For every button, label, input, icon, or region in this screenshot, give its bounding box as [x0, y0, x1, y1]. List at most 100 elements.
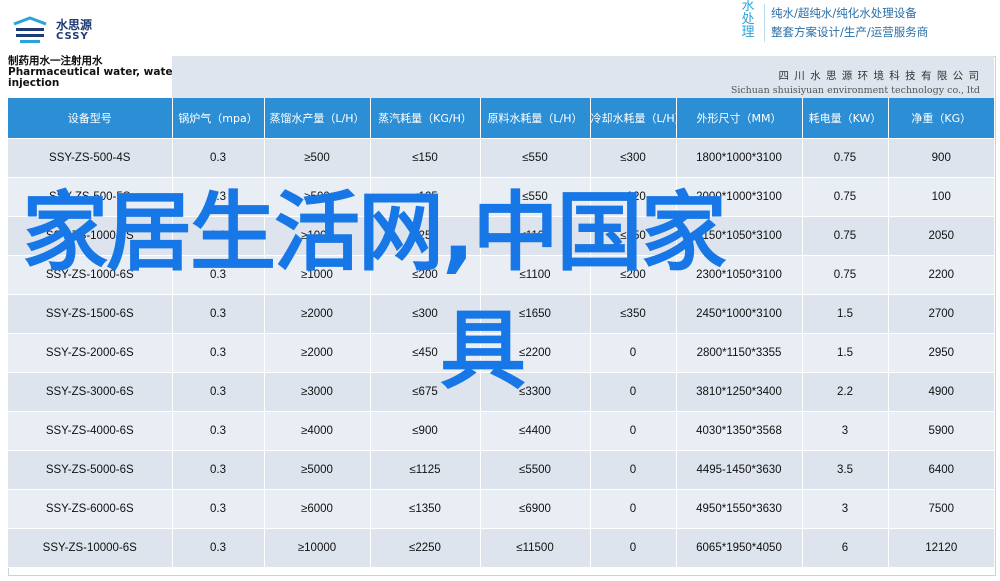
table-cell: ≥1000	[264, 216, 371, 256]
table-cell: 0.3	[172, 372, 265, 412]
brand-name-en: CSSY	[56, 31, 89, 42]
column-header: 锅炉气（mpa）	[172, 98, 265, 139]
table-cell: ≥3000	[264, 372, 371, 412]
table-cell: ≤300	[370, 294, 481, 334]
spec-table: 设备型号 锅炉气（mpa） 蒸馏水产量（L/H） 蒸汽耗量（KG/H） 原料水耗量（L/…	[8, 98, 994, 568]
table-cell: 4900	[888, 372, 994, 412]
table-cell: 2950	[888, 333, 994, 373]
table-cell: 3.5	[802, 450, 889, 490]
table-cell: ≤150	[370, 138, 481, 178]
table-cell: 1.5	[802, 294, 889, 334]
table-cell: 0.3	[172, 177, 265, 217]
table-cell: ≤250	[370, 216, 481, 256]
table-row: SSY-ZS-500-4S 0.3 ≥500 ≤150 ≤550 ≤300 1800*100…	[8, 138, 994, 178]
table-cell: ≤1100	[480, 216, 591, 256]
table-cell: 0	[590, 489, 677, 529]
table-cell: ≤1100	[480, 255, 591, 295]
table-cell: 0.75	[802, 177, 889, 217]
slogan-lines: 纯水/超纯水/纯化水处理设备 整套方案设计/生产/运营服务商	[764, 4, 928, 42]
table-cell: ≥2000	[264, 294, 371, 334]
table-cell: 6065*1950*4050	[676, 528, 803, 568]
column-header: 净重（KG）	[888, 98, 994, 139]
column-header: 冷却水耗量（L/H）	[590, 98, 677, 139]
slogan: 水 处 理 纯水/超纯水/纯化水处理设备 整套方案设计/生产/运营服务商	[738, 0, 988, 48]
table-cell: ≤6900	[480, 489, 591, 529]
table-cell: ≤550	[480, 177, 591, 217]
table-cell: SSY-ZS-1500-6S	[8, 294, 173, 334]
table-cell: 0.3	[172, 489, 265, 529]
table-cell: ≤200	[370, 255, 481, 295]
company-name-cn: 四 川 水 思 源 环 境 科 技 有 限 公 司	[778, 70, 980, 82]
table-cell: ≤4400	[480, 411, 591, 451]
table-cell: ≥500	[264, 138, 371, 178]
table-cell: ≥4000	[264, 411, 371, 451]
table-body: SSY-ZS-500-4S 0.3 ≥500 ≤150 ≤550 ≤300 1800*100…	[8, 138, 994, 568]
column-header: 蒸馏水产量（L/H）	[264, 98, 371, 139]
slogan-vertical: 水 处 理	[738, 0, 758, 39]
column-header: 蒸汽耗量（KG/H）	[370, 98, 481, 139]
table-row: SSY-ZS-2000-6S 0.3 ≥2000 ≤450 ≤2200 0 2800*115…	[8, 333, 994, 373]
slogan-line-2: 整套方案设计/生产/运营服务商	[771, 25, 929, 39]
table-cell: ≤450	[370, 333, 481, 373]
table-cell: 0	[590, 450, 677, 490]
company-info: 四 川 水 思 源 环 境 科 技 有 限 公 司 Sichuan shuisi…	[731, 68, 980, 96]
table-cell: SSY-ZS-2000-6S	[8, 333, 173, 373]
table-cell: 2050	[888, 216, 994, 256]
table-cell: 0.3	[172, 333, 265, 373]
table-cell: 2200	[888, 255, 994, 295]
table-cell: ≥2000	[264, 333, 371, 373]
table-cell: 0.3	[172, 138, 265, 178]
table-cell: SSY-ZS-10000-6S	[8, 528, 173, 568]
table-cell: ≤350	[590, 294, 677, 334]
table-cell: 0.3	[172, 255, 265, 295]
table-cell: ≤125	[370, 177, 481, 217]
company-name-en: Sichuan shuisiyuan environment technolog…	[730, 85, 980, 96]
table-cell: 2150*1050*3100	[676, 216, 803, 256]
table-cell: 3810*1250*3400	[676, 372, 803, 412]
brand-logo[interactable]: 水思源 CSSY	[12, 14, 102, 46]
slogan-vertical-char: 理	[741, 25, 755, 40]
table-cell: 7500	[888, 489, 994, 529]
table-cell: SSY-ZS-500-5S	[8, 177, 173, 217]
table-cell: 0	[590, 333, 677, 373]
table-cell: 6	[802, 528, 889, 568]
table-cell: 0.75	[802, 255, 889, 295]
table-cell: ≤550	[480, 138, 591, 178]
table-cell: ≤120	[590, 177, 677, 217]
logo-mark-icon	[13, 16, 47, 43]
table-cell: ≤300	[590, 138, 677, 178]
table-row: SSY-ZS-3000-6S 0.3 ≥3000 ≤675 ≤3300 0 3810*125…	[8, 372, 994, 412]
table-cell: 1800*1000*3100	[676, 138, 803, 178]
table-cell: 0.3	[172, 450, 265, 490]
table-cell: 0.75	[802, 138, 889, 178]
table-cell: SSY-ZS-3000-6S	[8, 372, 173, 412]
table-cell: ≤675	[370, 372, 481, 412]
table-cell: ≤3300	[480, 372, 591, 412]
table-row: SSY-ZS-1000-5S 0.3 ≥1000 ≤250 ≤1100 ≤250 2150*…	[8, 216, 994, 256]
table-cell: 4495-1450*3630	[676, 450, 803, 490]
table-cell: SSY-ZS-5000-6S	[8, 450, 173, 490]
product-title: 制药用水一注射用水 Pharmaceutical water, water fo…	[8, 56, 198, 98]
table-cell: SSY-ZS-4000-6S	[8, 411, 173, 451]
table-cell: ≤2250	[370, 528, 481, 568]
slogan-line-1: 纯水/超纯水/纯化水处理设备	[771, 6, 917, 20]
table-cell: 0	[590, 411, 677, 451]
table-row: SSY-ZS-5000-6S 0.3 ≥5000 ≤1125 ≤5500 0 4495-14…	[8, 450, 994, 490]
column-header: 外形尺寸（MM）	[676, 98, 803, 139]
table-cell: SSY-ZS-500-4S	[8, 138, 173, 178]
table-row: SSY-ZS-1000-6S 0.3 ≥1000 ≤200 ≤1100 ≤200 2300*…	[8, 255, 994, 295]
table-cell: SSY-ZS-6000-6S	[8, 489, 173, 529]
table-header-row: 设备型号 锅炉气（mpa） 蒸馏水产量（L/H） 蒸汽耗量（KG/H） 原料水耗量（L/…	[8, 98, 994, 139]
table-cell: 0.75	[802, 216, 889, 256]
table-cell: 4030*1350*3568	[676, 411, 803, 451]
table-cell: SSY-ZS-1000-5S	[8, 216, 173, 256]
table-cell: 0	[590, 528, 677, 568]
table-cell: ≥6000	[264, 489, 371, 529]
table-cell: 12120	[888, 528, 994, 568]
table-cell: ≤11500	[480, 528, 591, 568]
table-cell: 2000*1000*3100	[676, 177, 803, 217]
column-header: 耗电量（KW）	[802, 98, 889, 139]
table-cell: 3	[802, 489, 889, 529]
table-row: SSY-ZS-10000-6S 0.3 ≥10000 ≤2250 ≤11500 0 6065…	[8, 528, 994, 568]
table-cell: ≥5000	[264, 450, 371, 490]
